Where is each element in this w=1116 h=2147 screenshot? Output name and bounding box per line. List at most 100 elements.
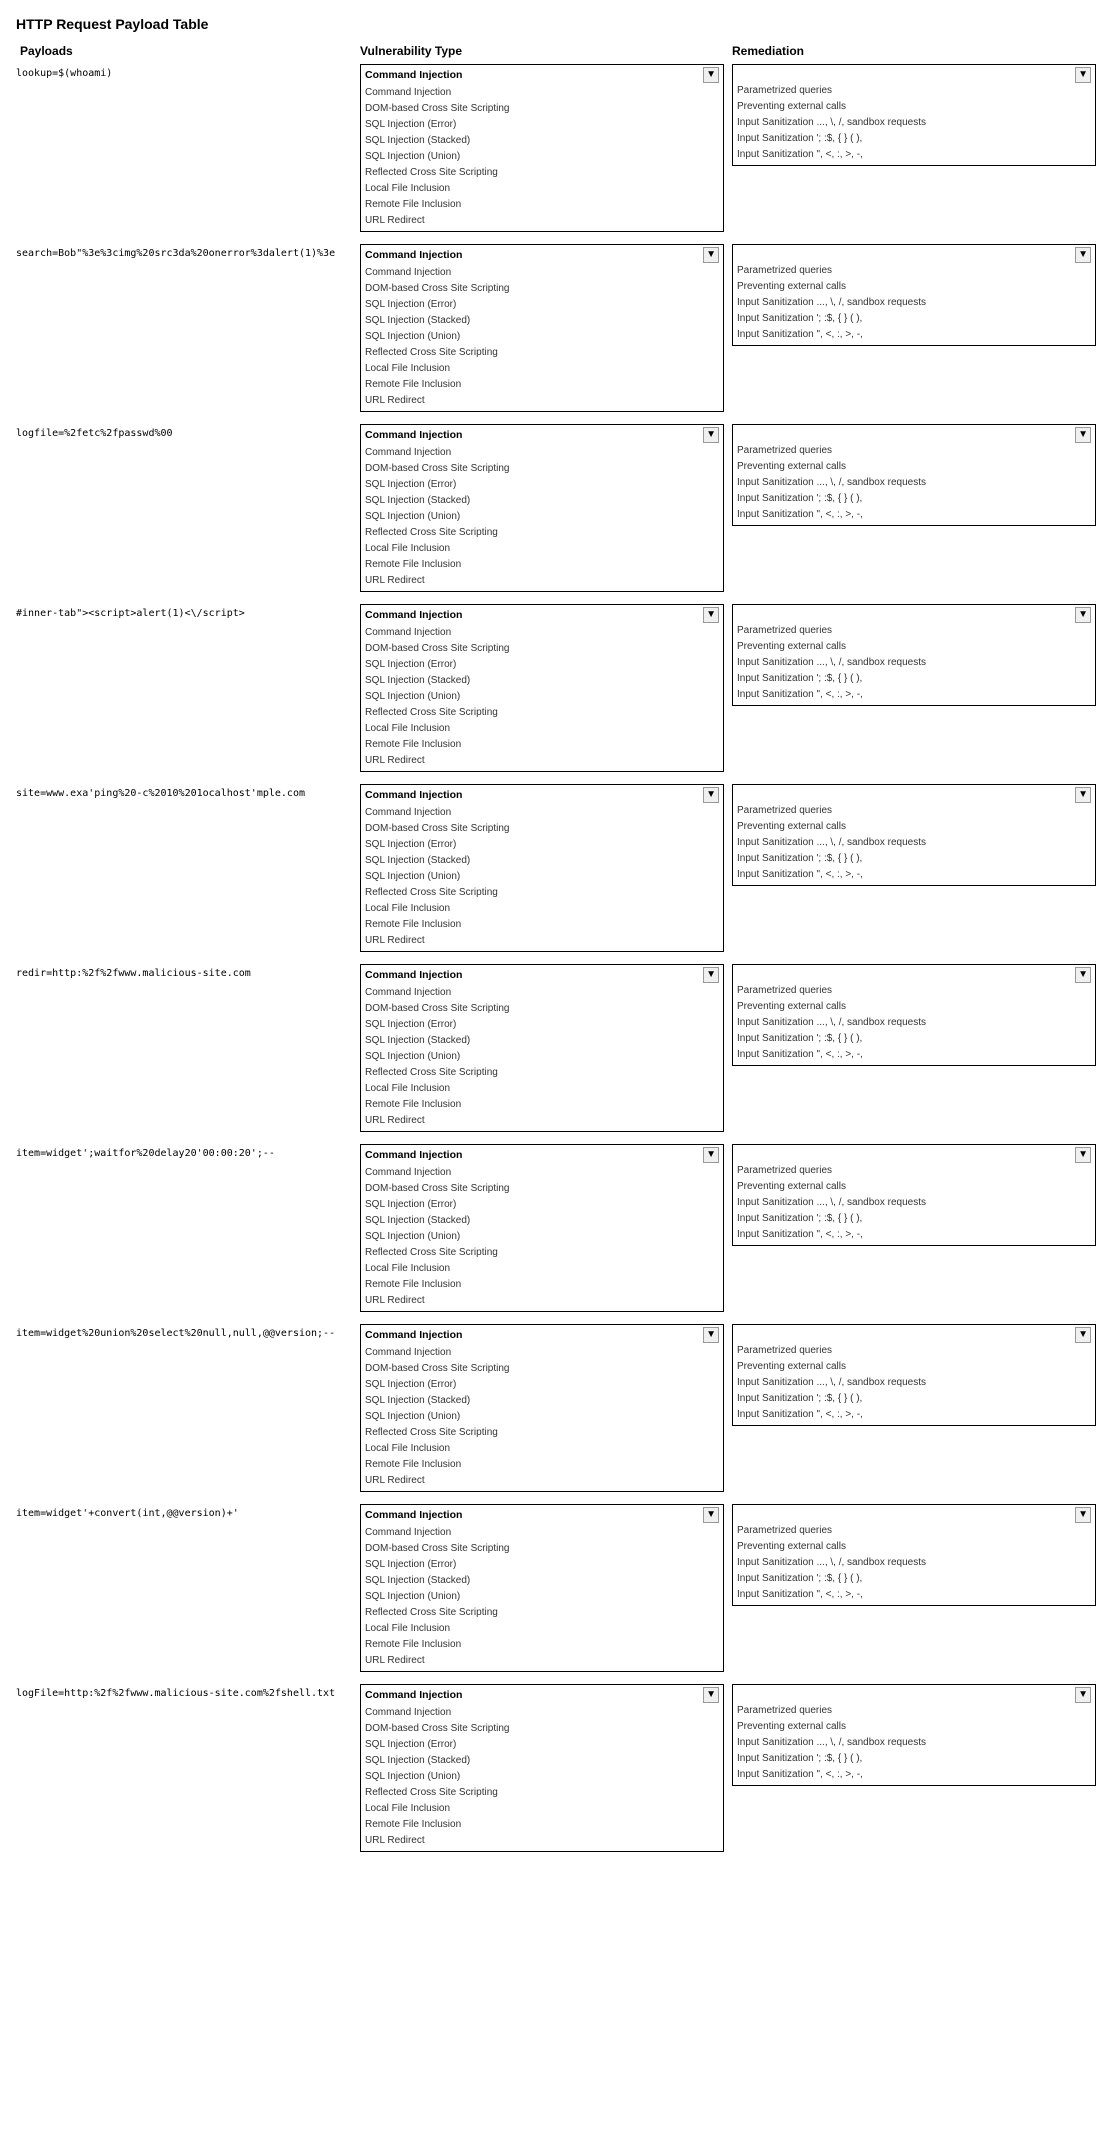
vulnerability-cell[interactable]: ▼Command InjectionCommand InjectionDOM-b…: [360, 1684, 724, 1852]
vulnerability-option[interactable]: SQL Injection (Union): [365, 689, 719, 705]
vulnerability-option[interactable]: Local File Inclusion: [365, 1081, 719, 1097]
vulnerability-dropdown-arrow[interactable]: ▼: [703, 967, 719, 983]
vulnerability-dropdown-arrow[interactable]: ▼: [703, 787, 719, 803]
vulnerability-option[interactable]: SQL Injection (Stacked): [365, 1573, 719, 1589]
remediation-option[interactable]: Input Sanitization '; :$, { } ( ),: [737, 671, 1091, 687]
vulnerability-option[interactable]: URL Redirect: [365, 1293, 719, 1309]
vulnerability-option[interactable]: Command Injection: [365, 445, 719, 461]
vulnerability-option[interactable]: SQL Injection (Error): [365, 1197, 719, 1213]
vulnerability-option[interactable]: SQL Injection (Union): [365, 149, 719, 165]
vulnerability-option[interactable]: Reflected Cross Site Scripting: [365, 705, 719, 721]
vulnerability-dropdown-arrow[interactable]: ▼: [703, 607, 719, 623]
remediation-dropdown-arrow[interactable]: ▼: [1075, 967, 1091, 983]
remediation-option[interactable]: Preventing external calls: [737, 999, 1091, 1015]
remediation-option[interactable]: Input Sanitization '; :$, { } ( ),: [737, 491, 1091, 507]
remediation-cell[interactable]: ▼Parametrized queriesPreventing external…: [732, 64, 1096, 166]
remediation-option[interactable]: Input Sanitization ", <, :, >, -,: [737, 867, 1091, 883]
vulnerability-option[interactable]: SQL Injection (Error): [365, 1737, 719, 1753]
vulnerability-option[interactable]: Remote File Inclusion: [365, 737, 719, 753]
remediation-option[interactable]: Input Sanitization '; :$, { } ( ),: [737, 131, 1091, 147]
vulnerability-option[interactable]: Command Injection: [365, 1345, 719, 1361]
vulnerability-option[interactable]: DOM-based Cross Site Scripting: [365, 1181, 719, 1197]
vulnerability-dropdown-arrow[interactable]: ▼: [703, 67, 719, 83]
remediation-option[interactable]: Input Sanitization ..., \, /, sandbox re…: [737, 1015, 1091, 1031]
remediation-option[interactable]: Input Sanitization ", <, :, >, -,: [737, 327, 1091, 343]
vulnerability-option[interactable]: Remote File Inclusion: [365, 1277, 719, 1293]
remediation-dropdown-arrow[interactable]: ▼: [1075, 1687, 1091, 1703]
remediation-dropdown-arrow[interactable]: ▼: [1075, 1327, 1091, 1343]
remediation-option[interactable]: Input Sanitization ", <, :, >, -,: [737, 1587, 1091, 1603]
remediation-option[interactable]: Preventing external calls: [737, 639, 1091, 655]
vulnerability-option[interactable]: URL Redirect: [365, 213, 719, 229]
remediation-dropdown-arrow[interactable]: ▼: [1075, 247, 1091, 263]
vulnerability-option[interactable]: Command Injection: [365, 805, 719, 821]
vulnerability-dropdown-arrow[interactable]: ▼: [703, 1147, 719, 1163]
vulnerability-cell[interactable]: ▼Command InjectionCommand InjectionDOM-b…: [360, 964, 724, 1132]
remediation-cell[interactable]: ▼Parametrized queriesPreventing external…: [732, 1144, 1096, 1246]
vulnerability-option[interactable]: Reflected Cross Site Scripting: [365, 1605, 719, 1621]
vulnerability-cell[interactable]: ▼Command InjectionCommand InjectionDOM-b…: [360, 784, 724, 952]
remediation-option[interactable]: Parametrized queries: [737, 83, 1091, 99]
remediation-option[interactable]: Input Sanitization ", <, :, >, -,: [737, 147, 1091, 163]
vulnerability-option[interactable]: DOM-based Cross Site Scripting: [365, 1541, 719, 1557]
vulnerability-option[interactable]: Local File Inclusion: [365, 361, 719, 377]
remediation-dropdown-arrow[interactable]: ▼: [1075, 427, 1091, 443]
vulnerability-option[interactable]: SQL Injection (Error): [365, 297, 719, 313]
vulnerability-option[interactable]: Command Injection: [365, 1165, 719, 1181]
vulnerability-option[interactable]: DOM-based Cross Site Scripting: [365, 281, 719, 297]
remediation-cell[interactable]: ▼Parametrized queriesPreventing external…: [732, 784, 1096, 886]
vulnerability-dropdown-arrow[interactable]: ▼: [703, 1327, 719, 1343]
remediation-dropdown-arrow[interactable]: ▼: [1075, 1147, 1091, 1163]
vulnerability-option[interactable]: URL Redirect: [365, 1653, 719, 1669]
vulnerability-option[interactable]: Local File Inclusion: [365, 181, 719, 197]
vulnerability-dropdown-arrow[interactable]: ▼: [703, 427, 719, 443]
remediation-option[interactable]: Input Sanitization ", <, :, >, -,: [737, 507, 1091, 523]
remediation-option[interactable]: Preventing external calls: [737, 459, 1091, 475]
vulnerability-option[interactable]: SQL Injection (Stacked): [365, 673, 719, 689]
remediation-option[interactable]: Input Sanitization '; :$, { } ( ),: [737, 1751, 1091, 1767]
vulnerability-option[interactable]: SQL Injection (Union): [365, 869, 719, 885]
vulnerability-option[interactable]: Remote File Inclusion: [365, 377, 719, 393]
remediation-option[interactable]: Parametrized queries: [737, 803, 1091, 819]
vulnerability-option[interactable]: Command Injection: [365, 265, 719, 281]
remediation-option[interactable]: Preventing external calls: [737, 1179, 1091, 1195]
remediation-option[interactable]: Input Sanitization ", <, :, >, -,: [737, 1047, 1091, 1063]
remediation-option[interactable]: Input Sanitization '; :$, { } ( ),: [737, 311, 1091, 327]
vulnerability-option[interactable]: DOM-based Cross Site Scripting: [365, 1001, 719, 1017]
vulnerability-option[interactable]: SQL Injection (Union): [365, 1769, 719, 1785]
vulnerability-cell[interactable]: ▼Command InjectionCommand InjectionDOM-b…: [360, 1504, 724, 1672]
remediation-option[interactable]: Input Sanitization ", <, :, >, -,: [737, 1407, 1091, 1423]
remediation-option[interactable]: Preventing external calls: [737, 279, 1091, 295]
remediation-option[interactable]: Input Sanitization ..., \, /, sandbox re…: [737, 295, 1091, 311]
vulnerability-option[interactable]: URL Redirect: [365, 573, 719, 589]
remediation-option[interactable]: Input Sanitization ..., \, /, sandbox re…: [737, 475, 1091, 491]
vulnerability-dropdown-arrow[interactable]: ▼: [703, 1507, 719, 1523]
vulnerability-option[interactable]: Remote File Inclusion: [365, 1457, 719, 1473]
remediation-option[interactable]: Input Sanitization ..., \, /, sandbox re…: [737, 1735, 1091, 1751]
remediation-option[interactable]: Input Sanitization ..., \, /, sandbox re…: [737, 835, 1091, 851]
vulnerability-option[interactable]: Reflected Cross Site Scripting: [365, 345, 719, 361]
remediation-option[interactable]: Parametrized queries: [737, 983, 1091, 999]
remediation-option[interactable]: Input Sanitization ..., \, /, sandbox re…: [737, 655, 1091, 671]
vulnerability-option[interactable]: SQL Injection (Stacked): [365, 853, 719, 869]
remediation-option[interactable]: Input Sanitization ..., \, /, sandbox re…: [737, 1195, 1091, 1211]
remediation-cell[interactable]: ▼Parametrized queriesPreventing external…: [732, 1684, 1096, 1786]
vulnerability-option[interactable]: Local File Inclusion: [365, 1261, 719, 1277]
vulnerability-option[interactable]: SQL Injection (Error): [365, 657, 719, 673]
vulnerability-option[interactable]: Remote File Inclusion: [365, 917, 719, 933]
vulnerability-option[interactable]: Remote File Inclusion: [365, 1817, 719, 1833]
vulnerability-option[interactable]: Command Injection: [365, 625, 719, 641]
remediation-option[interactable]: Input Sanitization ..., \, /, sandbox re…: [737, 1555, 1091, 1571]
remediation-option[interactable]: Parametrized queries: [737, 263, 1091, 279]
remediation-option[interactable]: Parametrized queries: [737, 1703, 1091, 1719]
vulnerability-cell[interactable]: ▼Command InjectionCommand InjectionDOM-b…: [360, 64, 724, 232]
vulnerability-option[interactable]: URL Redirect: [365, 393, 719, 409]
remediation-option[interactable]: Input Sanitization '; :$, { } ( ),: [737, 1211, 1091, 1227]
remediation-cell[interactable]: ▼Parametrized queriesPreventing external…: [732, 244, 1096, 346]
remediation-option[interactable]: Parametrized queries: [737, 623, 1091, 639]
vulnerability-option[interactable]: SQL Injection (Stacked): [365, 493, 719, 509]
remediation-option[interactable]: Parametrized queries: [737, 1523, 1091, 1539]
vulnerability-option[interactable]: Remote File Inclusion: [365, 1637, 719, 1653]
remediation-option[interactable]: Input Sanitization ..., \, /, sandbox re…: [737, 115, 1091, 131]
remediation-option[interactable]: Parametrized queries: [737, 1343, 1091, 1359]
